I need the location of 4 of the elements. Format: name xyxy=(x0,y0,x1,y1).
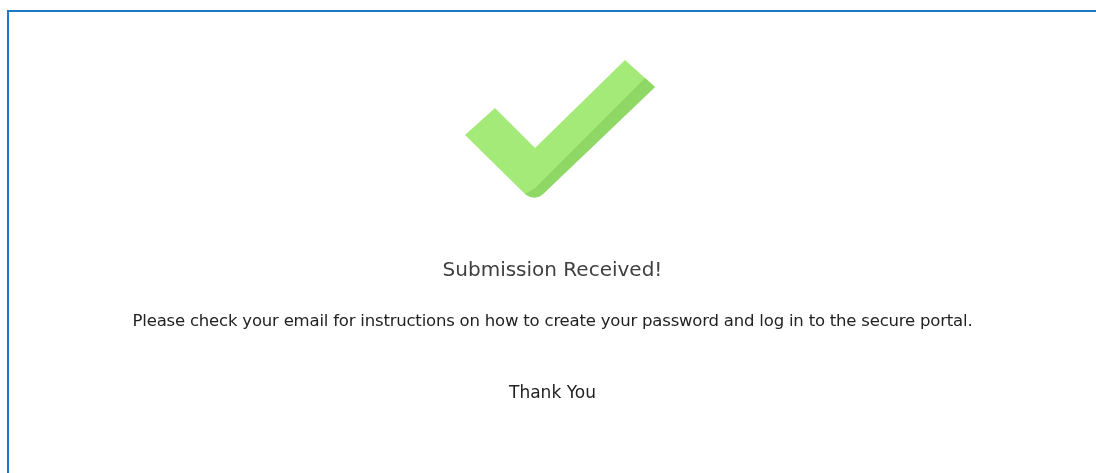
confirmation-title: Submission Received! xyxy=(442,257,663,281)
confirmation-message: Please check your email for instructions on how to create your password and log in to the secure portal. xyxy=(132,311,973,330)
closing-text: Thank You xyxy=(509,382,596,402)
checkmark-icon xyxy=(464,60,655,200)
